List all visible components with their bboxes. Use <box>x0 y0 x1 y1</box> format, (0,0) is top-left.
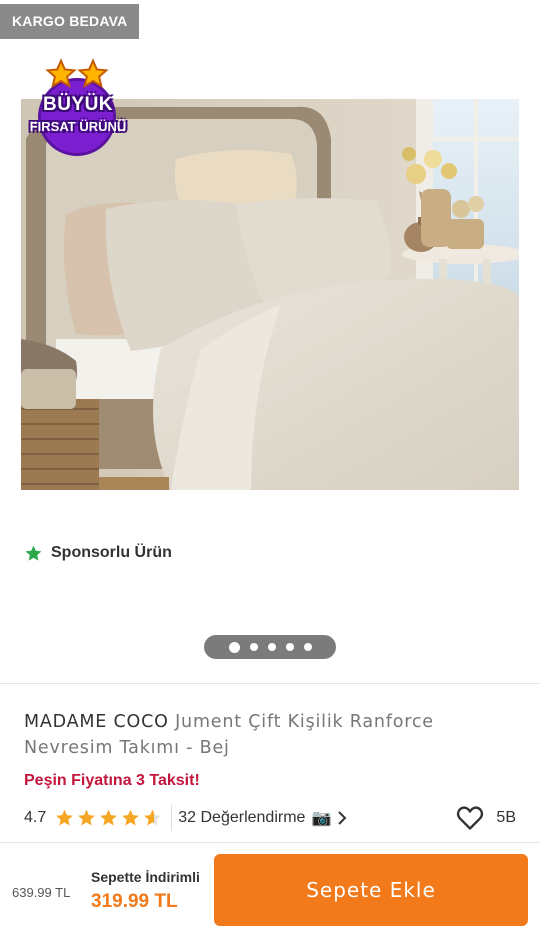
star-icon <box>56 809 74 826</box>
product-brand: MADAME COCO <box>24 712 169 732</box>
review-count-link[interactable]: 32 Değerlendirme <box>178 809 305 827</box>
favorite-button[interactable]: 5B <box>456 805 516 831</box>
basket-discount-label: Sepette İndirimli <box>91 869 200 885</box>
image-carousel-indicator[interactable] <box>204 635 336 659</box>
camera-icon: 📷 <box>311 810 332 827</box>
star-icon <box>78 809 96 826</box>
free-shipping-badge: KARGO BEDAVA <box>0 4 140 39</box>
divider <box>0 683 540 684</box>
carousel-dot[interactable] <box>267 643 276 651</box>
add-to-cart-button[interactable]: Sepete Ekle <box>214 854 528 926</box>
favorite-count: 5B <box>496 809 516 826</box>
chevron-right-icon[interactable] <box>337 810 347 826</box>
half-star-icon <box>144 809 162 826</box>
star-icon <box>45 58 77 89</box>
product-title[interactable]: MADAME COCO Jument Çift Kişilik Ranforce… <box>24 709 504 761</box>
installment-text: Peşin Fiyatına 3 Taksit! <box>24 772 200 789</box>
star-icon <box>77 58 109 89</box>
deal-badge-subtitle: FIRSAT ÜRÜNÜ <box>29 119 127 134</box>
carousel-dot[interactable] <box>303 643 312 651</box>
product-card[interactable]: KARGO BEDAVA BÜYÜK FIRSAT ÜRÜNÜ Sponsorl… <box>0 0 540 934</box>
purchase-bar: 639.99 TL Sepette İndirimli 319.99 TL Se… <box>0 842 540 934</box>
rating-row: 4.7 32 Değerlendirme 📷 5B <box>24 805 524 831</box>
sponsored-text: Sponsorlu Ürün <box>51 544 172 561</box>
star-icon <box>25 545 42 561</box>
carousel-dot[interactable] <box>285 643 294 651</box>
rating-stars <box>54 808 164 828</box>
heart-icon[interactable] <box>456 805 484 831</box>
divider <box>171 805 173 831</box>
star-icon <box>122 809 140 826</box>
discounted-price: 319.99 TL <box>91 891 178 912</box>
carousel-dot[interactable] <box>228 641 240 653</box>
big-deal-badge: BÜYÜK FIRSAT ÜRÜNÜ <box>14 58 142 168</box>
star-icon <box>100 809 118 826</box>
rating-value: 4.7 <box>24 809 47 826</box>
carousel-dot[interactable] <box>249 643 258 651</box>
old-price: 639.99 TL <box>12 885 71 900</box>
deal-badge-title: BÜYÜK <box>42 94 114 115</box>
sponsored-label: Sponsorlu Ürün <box>24 542 172 564</box>
